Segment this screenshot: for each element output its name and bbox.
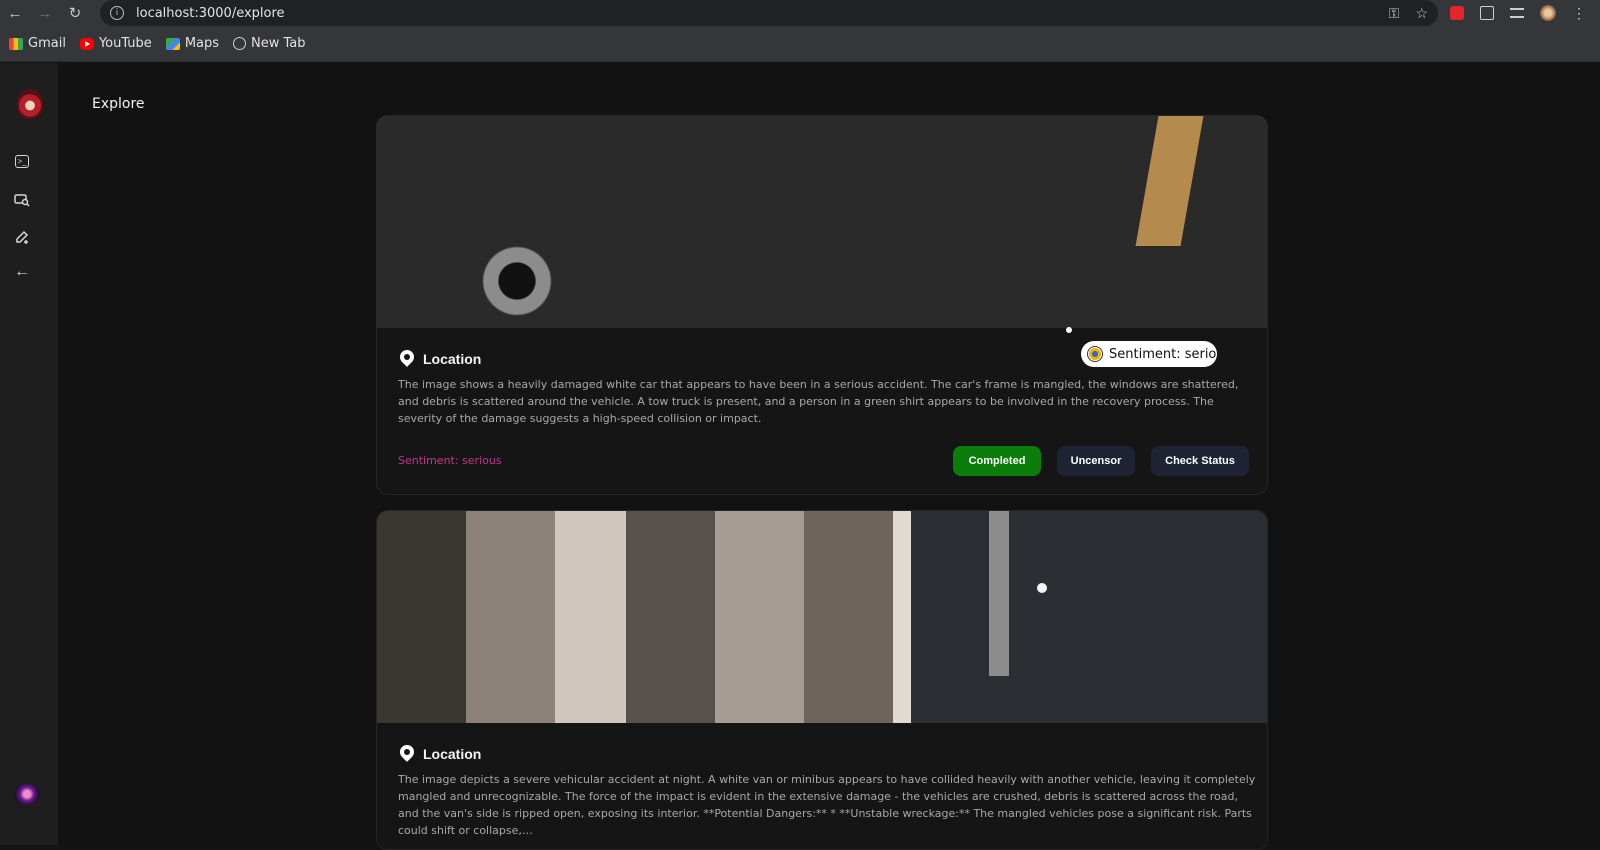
bookmark-youtube[interactable]: YouTube	[79, 36, 152, 51]
tooltip-text: Sentiment: serious	[1109, 346, 1217, 362]
location-label: Location	[423, 351, 482, 367]
globe-icon	[233, 37, 247, 50]
url-text[interactable]: localhost:3000/explore	[136, 6, 285, 21]
bookmark-gmail[interactable]: Gmail	[9, 36, 66, 51]
terminal-icon[interactable]: >_	[15, 155, 29, 168]
bookmark-new-tab[interactable]: New Tab	[233, 36, 306, 51]
bookmark-star-icon[interactable]: ☆	[1415, 5, 1428, 22]
report-image	[377, 511, 1267, 723]
bookmark-maps[interactable]: Maps	[165, 36, 219, 51]
address-bar[interactable]: i localhost:3000/explore ⚿ ☆	[100, 0, 1438, 26]
user-avatar[interactable]	[14, 783, 40, 805]
extension-icon[interactable]	[1450, 6, 1464, 20]
sentiment-label: Sentiment: serious	[398, 454, 502, 467]
report-card: Location The image shows a heavily damag…	[376, 115, 1268, 495]
uncensor-button[interactable]: Uncensor	[1057, 446, 1135, 476]
location-label: Location	[423, 746, 482, 762]
back-icon[interactable]: ←	[0, 0, 30, 26]
location-pin-icon	[399, 350, 415, 368]
gmail-icon	[9, 37, 23, 50]
reload-icon[interactable]: ↻	[60, 0, 90, 26]
check-status-button[interactable]: Check Status	[1151, 446, 1249, 476]
location-row: Location	[399, 350, 481, 368]
site-info-icon[interactable]: i	[110, 6, 124, 20]
app-sidebar: >_ ←	[0, 63, 58, 845]
menu-more-icon[interactable]: ⋮	[1572, 5, 1586, 22]
key-icon[interactable]: ⚿	[1389, 5, 1400, 22]
forward-icon[interactable]: →	[30, 0, 60, 26]
chrome-icon	[1087, 346, 1103, 362]
main-content: Explore Location The image shows a heavi…	[58, 63, 1600, 850]
report-image	[377, 116, 1267, 328]
profile-avatar[interactable]	[1540, 5, 1556, 21]
report-description: The image depicts a severe vehicular acc…	[398, 773, 1256, 837]
media-control-icon[interactable]	[1510, 8, 1524, 18]
completed-button[interactable]: Completed	[953, 446, 1041, 476]
app-logo[interactable]	[17, 89, 43, 119]
location-row: Location	[399, 745, 481, 763]
cursor-dot	[1066, 327, 1072, 333]
page-title: Explore	[92, 96, 145, 112]
report-description: The image shows a heavily damaged white …	[398, 378, 1239, 425]
report-card: Location The image depicts a severe vehi…	[376, 510, 1268, 850]
sentiment-tooltip: Sentiment: serious	[1081, 341, 1217, 367]
back-arrow-icon[interactable]: ←	[13, 263, 31, 281]
extensions-puzzle-icon[interactable]	[1480, 6, 1494, 20]
bookmarks-bar: Gmail YouTube Maps New Tab	[0, 26, 1600, 62]
browser-toolbar: ← → ↻ i localhost:3000/explore ⚿ ☆ ⋮	[0, 0, 1600, 26]
maps-icon	[165, 37, 180, 50]
youtube-icon	[79, 37, 94, 50]
search-icon[interactable]	[13, 191, 31, 209]
edit-icon[interactable]	[13, 228, 31, 246]
location-pin-icon	[399, 745, 415, 763]
